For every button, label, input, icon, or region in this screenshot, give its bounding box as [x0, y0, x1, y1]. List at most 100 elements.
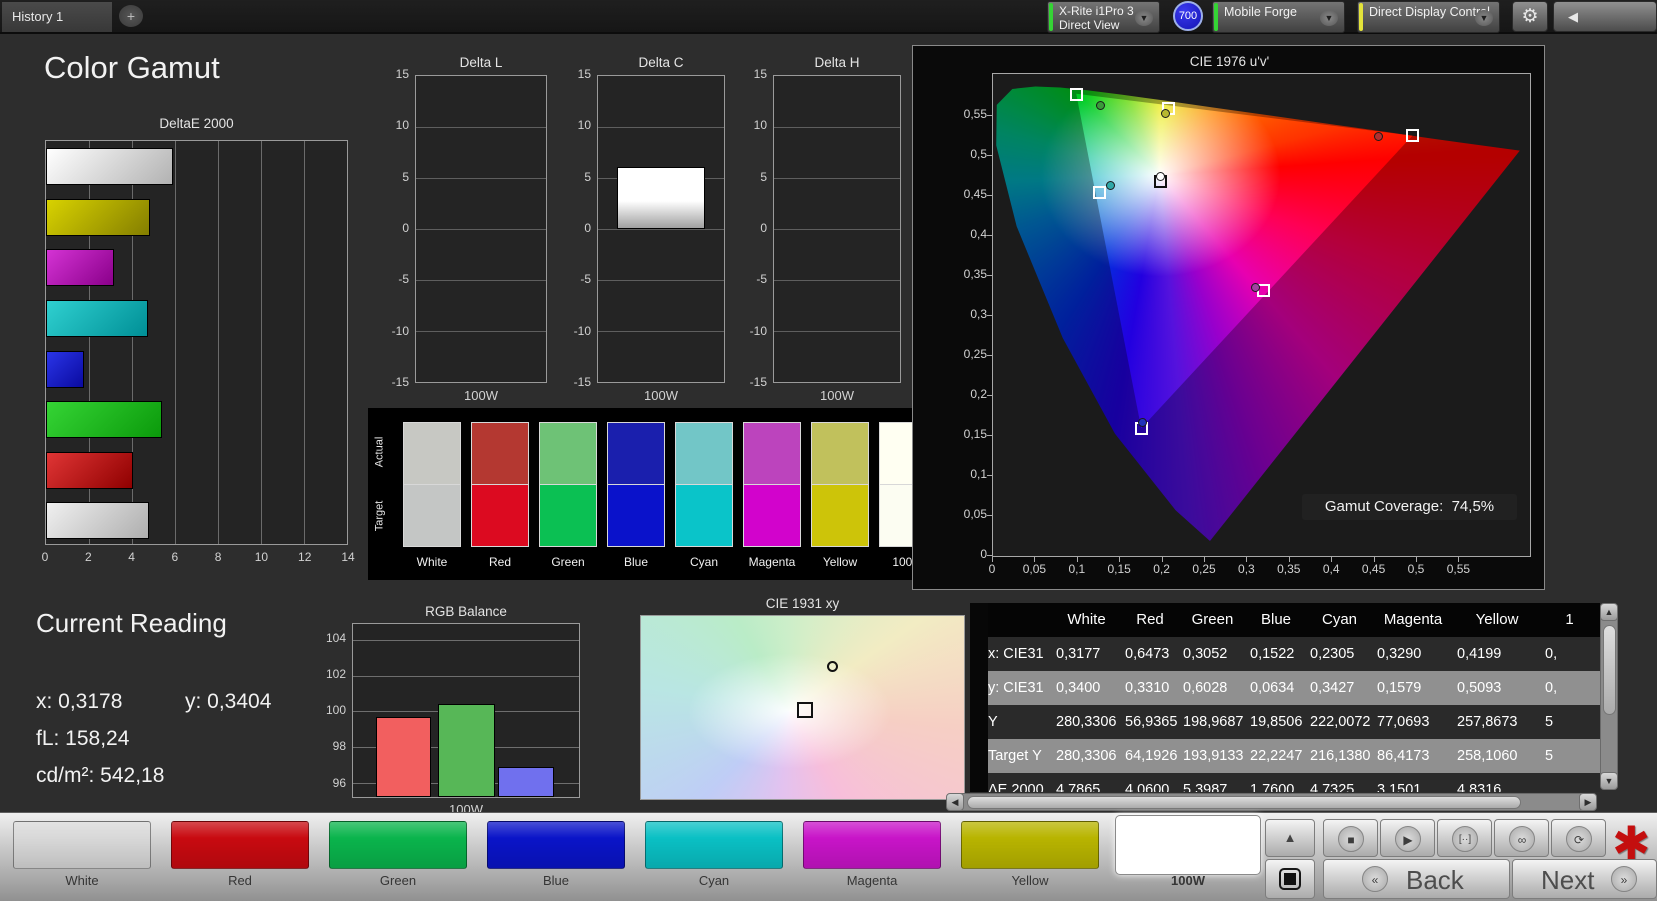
swatch-label: Blue: [623, 555, 649, 569]
measurement-table: White Red Green Blue Cyan Magenta Yellow 1 x: CI…: [970, 603, 1600, 792]
table-cell: 0,: [1545, 646, 1558, 662]
stop-button[interactable]: ■: [1323, 819, 1378, 857]
gridline: [261, 141, 262, 544]
table-row: y: CIE31 0,3400 0,3310 0,6028 0,0634 0,3427 0,…: [970, 671, 1600, 705]
x-tick-label: 8: [214, 550, 222, 564]
table-row: Target Y 280,3306 64,1926 193,9133 22,2247 21…: [970, 739, 1600, 773]
back-button[interactable]: « Back: [1323, 859, 1510, 899]
patch-label: Cyan: [698, 873, 730, 888]
y-tick-label: -15: [391, 375, 409, 389]
deltae-bar-white: [46, 502, 149, 540]
x-tick-label: 0,55: [1446, 562, 1471, 576]
y-tick-label: 15: [577, 67, 591, 81]
y-tick-label: -15: [573, 375, 591, 389]
rgb-balance-title: RGB Balance: [425, 604, 507, 619]
scroll-right-button[interactable]: ▶: [1579, 793, 1597, 811]
chevron-down-icon[interactable]: ▼: [1135, 10, 1153, 26]
y-tick-label: 0: [402, 221, 409, 235]
table-gutter: [970, 603, 988, 792]
swatch-target-cyan: [675, 485, 733, 547]
y-tick-label: 15: [395, 67, 409, 81]
rgb-bar-blue: [498, 766, 554, 797]
x-tick-label: 0,1: [1068, 562, 1086, 576]
table-cell: 0,3310: [1125, 680, 1170, 696]
meter-dropdown[interactable]: X-Rite i1Pro 3 Direct View ▼: [1047, 1, 1160, 33]
source-dropdown[interactable]: Mobile Forge ▼: [1212, 1, 1345, 33]
row-label: y: CIE31: [988, 680, 1044, 696]
column-header: [988, 603, 1052, 637]
swatch-target-blue: [607, 485, 665, 547]
row-label: x: CIE31: [988, 646, 1044, 662]
table-cell: 0,: [1545, 680, 1558, 696]
table-vertical-scrollbar[interactable]: ▲ ▼: [1600, 603, 1618, 790]
x-tick: [1373, 557, 1375, 562]
swatch-target-white: [403, 485, 461, 547]
x-tick-label: 12: [298, 550, 312, 564]
column-header: Blue: [1260, 611, 1292, 628]
delta_l-chart: [415, 75, 547, 383]
y-tick-label: 0,35: [963, 267, 987, 281]
x-tick-label: 0,25: [1192, 562, 1216, 576]
cie1976-panel: CIE 1976 u'v' Gamut Coverage: 74,5% 0 0,0…: [912, 45, 1545, 590]
reading-fl: fL: 158,24: [36, 727, 130, 750]
x-tick-label: 0,2: [1153, 562, 1170, 576]
chevron-down-icon[interactable]: ▼: [1475, 10, 1493, 26]
patch-button-yellow[interactable]: [961, 821, 1099, 869]
workflow-dropdown[interactable]: Direct Display Control ▼: [1357, 1, 1500, 33]
continuous-button[interactable]: ∞: [1494, 819, 1549, 857]
scroll-down-button[interactable]: ▼: [1600, 772, 1618, 790]
patch-button-white[interactable]: [13, 821, 151, 869]
interval-button[interactable]: [··]: [1437, 819, 1492, 857]
patch-button-magenta[interactable]: [803, 821, 941, 869]
swatch-label: Red: [488, 555, 511, 569]
gridline: [774, 178, 900, 179]
vertical-scroll-thumb[interactable]: [1603, 625, 1616, 715]
swatch-actual-green: [539, 422, 597, 485]
swatch-target-yellow: [811, 485, 869, 547]
y-tick: [987, 435, 992, 436]
collapse-strip-button[interactable]: ▲: [1265, 819, 1315, 857]
y-tick-label: -5: [580, 272, 591, 287]
table-cell: 0,3290: [1377, 646, 1422, 662]
patch-button-red[interactable]: [171, 821, 309, 869]
patch-button-blue[interactable]: [487, 821, 625, 869]
gridline: [416, 127, 546, 128]
tab-history-1[interactable]: History 1: [2, 2, 112, 32]
rgb-bar-green: [438, 704, 495, 797]
x-tick-label: 0,3: [1238, 562, 1255, 576]
settings-button[interactable]: ⚙: [1512, 1, 1548, 32]
table-cell: 4,7865: [1056, 782, 1101, 792]
scroll-left-button[interactable]: ◀: [946, 793, 964, 811]
cie1976-title: CIE 1976 u'v': [1189, 54, 1270, 69]
x-tick: [1246, 557, 1248, 562]
delta_c-title: Delta C: [638, 55, 684, 70]
y-tick-label: 0,1: [970, 467, 987, 481]
scroll-up-button[interactable]: ▲: [1600, 603, 1618, 621]
table-row: ΔE 2000 4,7865 4,0600 5,3987 1,7600 4,7325 3,1…: [970, 773, 1600, 792]
table-cell: 5: [1545, 714, 1554, 730]
collapse-panel-button[interactable]: ◀: [1553, 1, 1657, 32]
y-tick-label: 0,05: [963, 507, 987, 521]
add-tab-button[interactable]: +: [119, 5, 143, 27]
patch-button-green[interactable]: [329, 821, 467, 869]
horizontal-scroll-thumb[interactable]: [967, 796, 1521, 809]
patch-button-100w[interactable]: [1115, 815, 1261, 875]
refresh-button[interactable]: ⟳: [1551, 819, 1606, 857]
table-horizontal-scrollbar[interactable]: ◀ ▶: [946, 793, 1597, 811]
y-tick-label: 96: [332, 775, 346, 790]
meter-name: X-Rite i1Pro 3: [1059, 4, 1134, 18]
gridline: [347, 141, 348, 544]
swatch-label: Magenta: [748, 555, 796, 569]
y-tick-label: -10: [573, 323, 591, 338]
target-marker-green: [1070, 87, 1084, 101]
x-tick: [1331, 557, 1333, 562]
play-button[interactable]: ▶: [1380, 819, 1435, 857]
stop-pattern-button[interactable]: [1265, 859, 1315, 899]
next-button[interactable]: Next »: [1512, 859, 1657, 899]
chevron-down-icon[interactable]: ▼: [1320, 10, 1338, 26]
patch-button-cyan[interactable]: [645, 821, 783, 869]
y-tick-label: 5: [760, 169, 767, 184]
gridline: [416, 280, 546, 281]
stop-icon: ■: [1338, 826, 1364, 852]
deltae-bar-blue: [46, 350, 84, 388]
